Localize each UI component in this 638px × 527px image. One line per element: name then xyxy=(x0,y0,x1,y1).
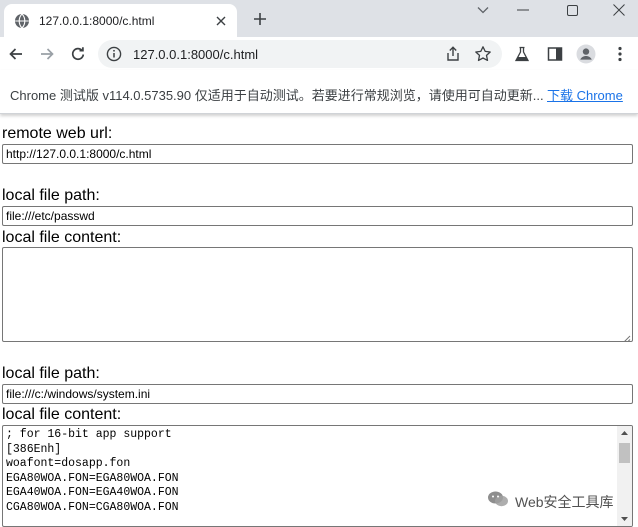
window-close-icon[interactable] xyxy=(596,0,638,20)
remote-url-label: remote web url: xyxy=(2,125,113,142)
file1-content-textarea[interactable] xyxy=(2,247,633,342)
new-tab-icon[interactable] xyxy=(250,9,270,29)
file2-path-input[interactable] xyxy=(2,384,633,404)
automation-infobar: Chrome 测试版 v114.0.5735.90 仅适用于自动测试。若要进行常… xyxy=(0,70,638,114)
site-info-icon[interactable] xyxy=(106,46,122,62)
address-bar[interactable]: 127.0.0.1:8000/c.html xyxy=(98,40,502,68)
scrollbar-thumb[interactable] xyxy=(619,443,630,463)
labs-flask-icon[interactable] xyxy=(512,44,532,64)
browser-toolbar: 127.0.0.1:8000/c.html xyxy=(0,37,638,70)
watermark: Web安全工具库 xyxy=(487,490,614,513)
resize-grip-icon[interactable] xyxy=(621,330,631,341)
infobar-message: Chrome 测试版 v114.0.5735.90 仅适用于自动测试。若要进行常… xyxy=(10,88,544,103)
watermark-text: Web安全工具库 xyxy=(515,493,614,510)
file1-content-label: local file content: xyxy=(2,229,122,246)
tab-close-icon[interactable] xyxy=(213,13,229,29)
textarea-scrollbar[interactable] xyxy=(617,426,632,526)
forward-arrow-icon[interactable] xyxy=(35,42,59,66)
globe-icon xyxy=(14,13,30,29)
browser-tab[interactable]: 127.0.0.1:8000/c.html xyxy=(4,4,237,37)
file1-path-label: local file path: xyxy=(2,187,100,204)
page-content: remote web url: local file path: local f… xyxy=(0,115,638,527)
url-text[interactable]: 127.0.0.1:8000/c.html xyxy=(133,47,258,62)
file2-content-label: local file content: xyxy=(2,406,122,423)
tab-title: 127.0.0.1:8000/c.html xyxy=(39,13,155,28)
tab-strip: 127.0.0.1:8000/c.html xyxy=(0,0,638,37)
file2-path-label: local file path: xyxy=(2,365,100,382)
share-icon[interactable] xyxy=(444,45,462,63)
side-panel-icon[interactable] xyxy=(545,44,565,64)
reload-icon[interactable] xyxy=(66,42,90,66)
download-chrome-link[interactable]: 下载 Chrome xyxy=(547,85,623,104)
minimize-icon[interactable] xyxy=(500,0,546,20)
wechat-logo-icon xyxy=(487,490,509,513)
bookmark-star-icon[interactable] xyxy=(474,45,492,63)
back-arrow-icon[interactable] xyxy=(4,42,28,66)
scroll-down-arrow-icon[interactable] xyxy=(617,512,632,526)
maximize-icon[interactable] xyxy=(549,0,595,20)
profile-avatar-icon[interactable] xyxy=(576,44,596,64)
scroll-up-arrow-icon[interactable] xyxy=(617,426,632,440)
file1-path-input[interactable] xyxy=(2,206,633,226)
more-menu-icon[interactable] xyxy=(610,44,630,64)
remote-url-input[interactable] xyxy=(2,144,633,164)
